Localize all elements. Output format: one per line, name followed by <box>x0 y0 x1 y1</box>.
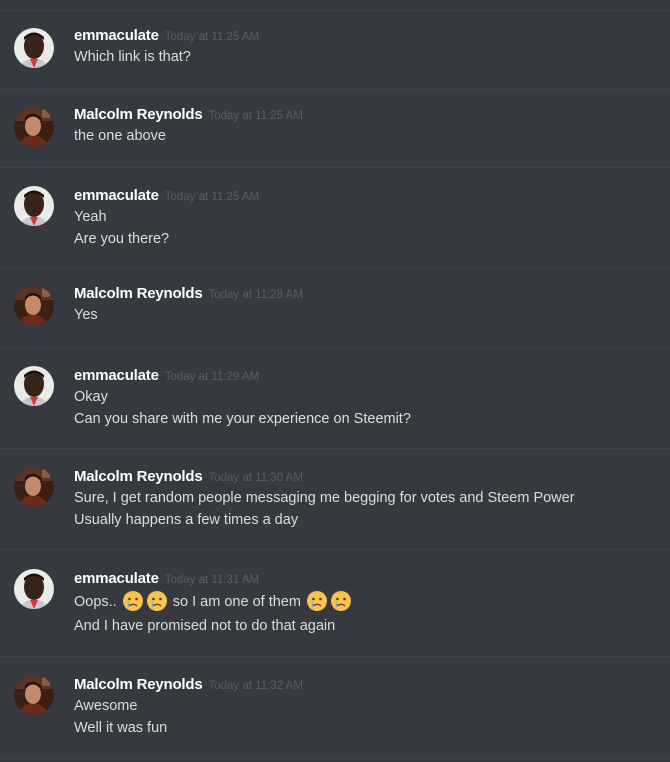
avatar-emmaculate[interactable] <box>14 186 54 226</box>
username[interactable]: emmaculate <box>74 27 159 44</box>
avatar-emmaculate[interactable] <box>14 366 54 406</box>
message-text: Are you there? <box>74 231 170 247</box>
crying-face-icon[interactable] <box>306 590 328 612</box>
message-text: And I have promised not to do that again <box>74 618 336 634</box>
message-text: Awesome <box>74 698 138 714</box>
divider <box>0 758 670 759</box>
message-text: Yeah <box>74 209 107 225</box>
avatar-emmaculate[interactable] <box>14 569 54 609</box>
message-group: emmaculate Today at 11:25 AM Yeah Are you… <box>0 167 670 268</box>
username[interactable]: Malcolm Reynolds <box>74 106 203 123</box>
username[interactable]: emmaculate <box>74 570 159 587</box>
message-text: Well it was fun <box>74 720 168 736</box>
avatar-malcolm-reynolds[interactable] <box>14 467 54 507</box>
chat-message-list[interactable]: emmaculate Today at 11:25 AM Which link i… <box>0 0 670 762</box>
emmaculate-avatar-icon <box>14 569 54 609</box>
timestamp: Today at 11:31 AM <box>164 574 260 586</box>
message-group: emmaculate Today at 11:25 AM Which link i… <box>0 10 670 89</box>
username[interactable]: emmaculate <box>74 367 159 384</box>
malcolm-avatar-icon <box>14 107 54 147</box>
message-text: Usually happens a few times a day <box>74 512 299 528</box>
crying-face-icon[interactable] <box>330 590 352 612</box>
malcolm-avatar-icon <box>14 675 54 715</box>
timestamp: Today at 11:32 AM <box>208 680 303 692</box>
timestamp: Today at 11:25 AM <box>164 191 260 203</box>
timestamp: Today at 11:25 AM <box>208 110 303 122</box>
emmaculate-avatar-icon <box>14 366 54 406</box>
message-text: Which link is that? <box>74 49 191 65</box>
avatar-malcolm-reynolds[interactable] <box>14 107 54 147</box>
timestamp: Today at 11:30 AM <box>208 472 303 484</box>
timestamp: Today at 11:25 AM <box>164 31 260 43</box>
message-group: Malcolm Reynolds Today at 11:28 AM Yes <box>0 268 670 347</box>
message-text: the one above <box>74 128 166 144</box>
avatar-malcolm-reynolds[interactable] <box>14 675 54 715</box>
timestamp: Today at 11:29 AM <box>164 371 260 383</box>
username[interactable]: Malcolm Reynolds <box>74 468 203 485</box>
message-group: Malcolm Reynolds Today at 11:25 AM the on… <box>0 89 670 167</box>
message-group: emmaculate Today at 11:31 AM Oops.. so I … <box>0 549 670 656</box>
message-text: Can you share with me your experience on… <box>74 411 411 427</box>
emmaculate-avatar-icon <box>14 186 54 226</box>
username[interactable]: emmaculate <box>74 187 159 204</box>
emmaculate-avatar-icon <box>14 28 54 68</box>
message-text: Yes <box>74 307 98 323</box>
timestamp: Today at 11:28 AM <box>208 289 303 301</box>
message-text: Sure, I get random people messaging me b… <box>74 490 575 506</box>
message-group: Malcolm Reynolds Today at 11:30 AM Sure, … <box>0 448 670 549</box>
message-group: emmaculate Today at 11:29 AM Okay Can you… <box>0 347 670 448</box>
malcolm-avatar-icon <box>14 467 54 507</box>
avatar-emmaculate[interactable] <box>14 28 54 68</box>
malcolm-avatar-icon <box>14 286 54 326</box>
username[interactable]: Malcolm Reynolds <box>74 285 203 302</box>
message-text: Oops.. <box>74 594 117 610</box>
message-text-with-emoji: Oops.. so I am one of them <box>74 589 660 615</box>
message-group: Malcolm Reynolds Today at 11:32 AM Awesom… <box>0 656 670 758</box>
message-text: Okay <box>74 389 108 405</box>
crying-face-icon[interactable] <box>146 590 168 612</box>
crying-face-icon[interactable] <box>122 590 144 612</box>
avatar-malcolm-reynolds[interactable] <box>14 286 54 326</box>
username[interactable]: Malcolm Reynolds <box>74 676 203 693</box>
message-text: so I am one of them <box>172 594 301 610</box>
